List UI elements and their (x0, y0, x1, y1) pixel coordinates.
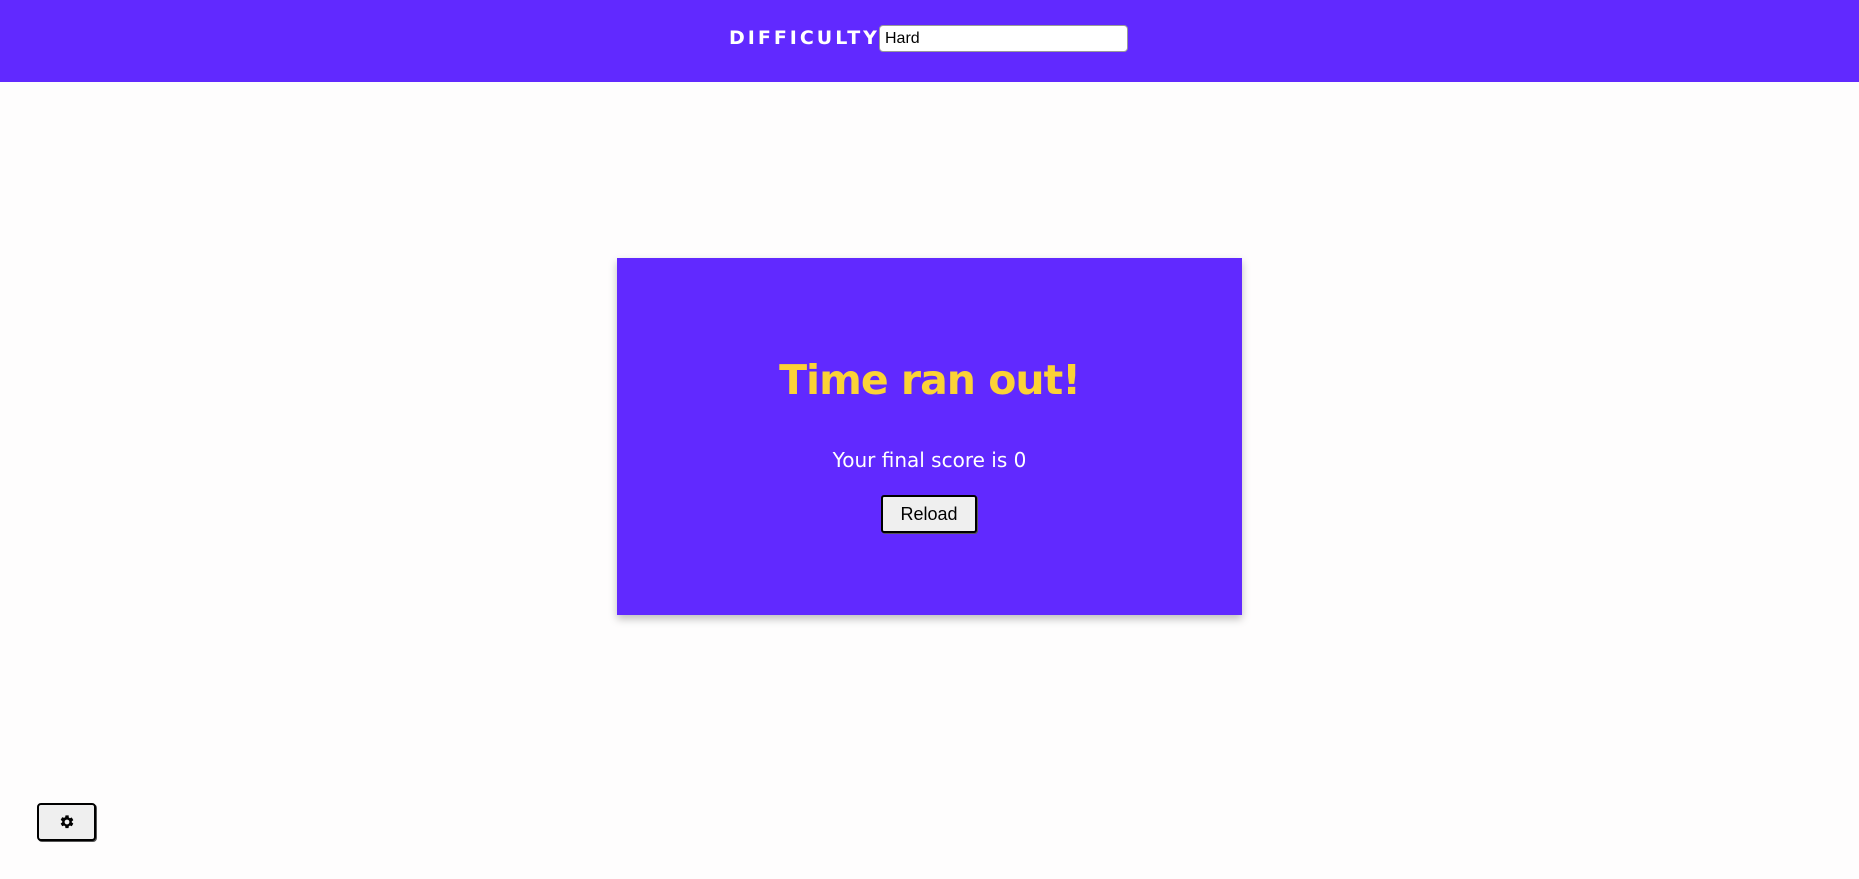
difficulty-select[interactable]: Hard (879, 25, 1128, 52)
final-score-text: Your final score is 0 (832, 448, 1027, 472)
gear-icon (60, 815, 74, 829)
game-over-title: Time ran out! (779, 356, 1081, 404)
game-over-modal (617, 258, 1242, 615)
top-bar: DIFFICULTY: Hard (0, 0, 1859, 82)
difficulty-label: DIFFICULTY: (729, 27, 889, 49)
settings-button[interactable] (37, 803, 96, 841)
reload-button[interactable]: Reload (881, 495, 977, 533)
